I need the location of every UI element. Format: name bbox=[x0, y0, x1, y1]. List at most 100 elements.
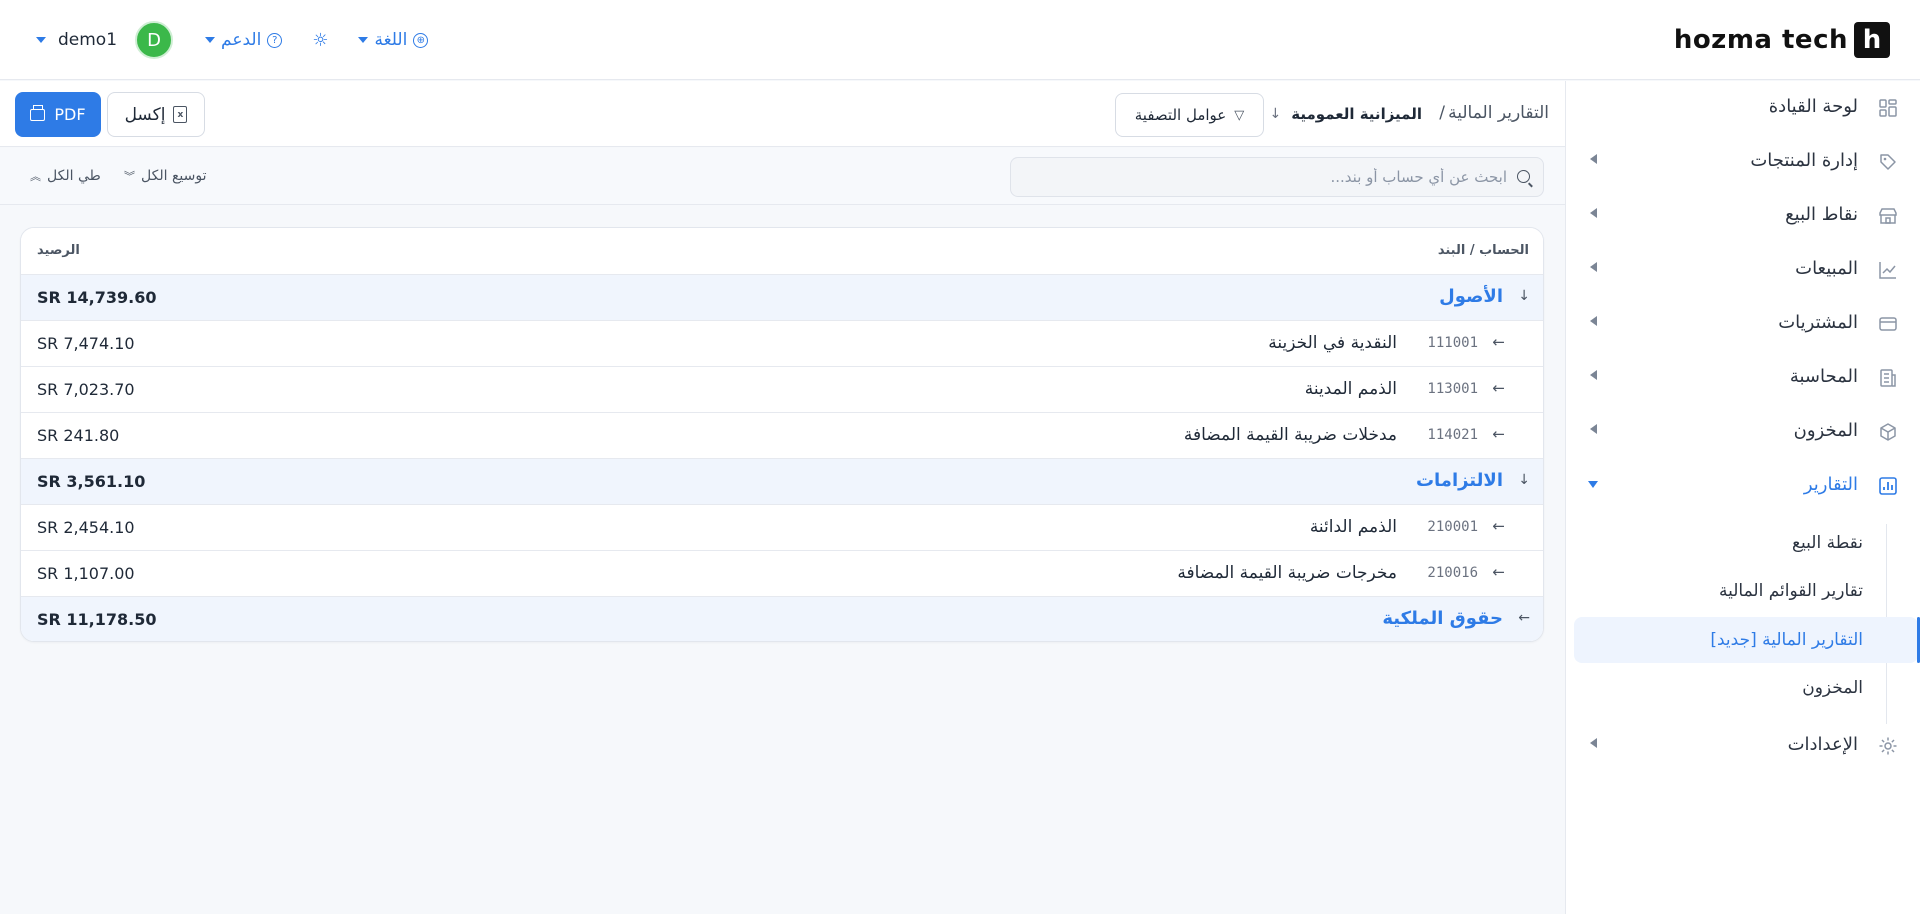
sidebar-item-settings[interactable]: الإعدادات bbox=[1565, 719, 1920, 773]
group-name: الأصول bbox=[1439, 286, 1503, 307]
account-amount: SR 7,474.10 bbox=[37, 334, 135, 353]
chevron-left-icon bbox=[1590, 208, 1597, 218]
excel-label: إكسل bbox=[124, 104, 166, 125]
account-amount: SR 241.80 bbox=[37, 426, 120, 445]
sidebar-item-reports[interactable]: التقارير bbox=[1565, 459, 1920, 513]
sidebar-item-purchases[interactable]: المشتريات bbox=[1565, 297, 1920, 351]
sidebar-item-accounting[interactable]: المحاسبة bbox=[1565, 351, 1920, 405]
top-bar: hozma tech h demo1 D الدعم ? ☼ اللغة ⊕ bbox=[0, 0, 1920, 80]
sidebar-item-label: التقارير bbox=[1803, 474, 1858, 495]
table-row[interactable]: ← 210016 مخرجات ضريبة القيمة المضافة SR … bbox=[21, 551, 1543, 597]
language-menu[interactable]: اللغة ⊕ bbox=[358, 30, 429, 50]
balance-sheet-table: الحساب / البند الرصيد ↓ الأصول SR 14,739… bbox=[20, 227, 1544, 642]
arrow-left-icon: ← bbox=[1492, 425, 1505, 443]
group-name: الالتزامات bbox=[1415, 470, 1503, 491]
group-name: حقوق الملكية bbox=[1382, 608, 1503, 629]
pdf-export-button[interactable]: PDF bbox=[15, 92, 101, 137]
filter-icon: ▽ bbox=[1234, 107, 1245, 123]
receipt-icon bbox=[1880, 369, 1896, 387]
theme-toggle[interactable]: ☼ bbox=[312, 30, 328, 51]
user-name: demo1 bbox=[58, 30, 118, 50]
brand-mark-icon: h bbox=[1854, 22, 1890, 58]
account-code: 210016 bbox=[1427, 565, 1478, 581]
filters-button[interactable]: عوامل التصفية ▽ bbox=[1115, 93, 1264, 137]
chevron-left-icon bbox=[1590, 738, 1597, 748]
submenu-item-financial-statements[interactable]: تقارير القوائم المالية bbox=[1719, 581, 1863, 601]
sidebar-item-sales[interactable]: المبيعات bbox=[1565, 243, 1920, 297]
search-input[interactable] bbox=[1027, 158, 1507, 196]
collapse-all-button[interactable]: ︽ طي الكل bbox=[30, 168, 101, 184]
account-code: 111001 bbox=[1427, 335, 1478, 351]
wallet-icon bbox=[1879, 317, 1897, 331]
chart-line-icon bbox=[1879, 262, 1896, 279]
account-name: الذمم الدائنة bbox=[1309, 517, 1397, 537]
chevron-down-icon bbox=[205, 37, 216, 43]
column-header-balance: الرصيد bbox=[37, 243, 80, 258]
search-box bbox=[1010, 157, 1544, 197]
double-chevron-up-icon: ︽ bbox=[30, 170, 41, 183]
tag-icon bbox=[1880, 154, 1896, 170]
chevron-down-icon[interactable]: ↓ bbox=[1518, 288, 1530, 304]
double-chevron-down-icon: ︾ bbox=[124, 170, 135, 183]
filters-label: عوامل التصفية bbox=[1134, 106, 1227, 124]
table-row[interactable]: ← 111001 النقدية في الخزينة SR 7,474.10 bbox=[21, 321, 1543, 367]
sidebar-item-pos[interactable]: نقاط البيع bbox=[1565, 189, 1920, 243]
top-actions: demo1 D الدعم ? ☼ اللغة ⊕ bbox=[36, 20, 429, 60]
arrow-left-icon: ← bbox=[1492, 333, 1505, 351]
brand-logo[interactable]: hozma tech h bbox=[1674, 21, 1890, 59]
chevron-left-icon bbox=[1590, 370, 1597, 380]
submenu-item-pos-report[interactable]: نقطة البيع bbox=[1792, 533, 1863, 553]
brand-name: hozma tech bbox=[1673, 25, 1848, 55]
excel-export-button[interactable]: إكسل x bbox=[107, 92, 205, 137]
chevron-left-icon bbox=[1590, 262, 1597, 272]
support-menu[interactable]: الدعم ? bbox=[205, 30, 283, 50]
breadcrumb-root[interactable]: التقارير المالية bbox=[1448, 103, 1549, 123]
account-name: الذمم المدينة bbox=[1304, 379, 1397, 399]
chevron-down-icon[interactable]: ↓ bbox=[1518, 472, 1530, 488]
avatar[interactable]: D bbox=[135, 21, 174, 59]
report-type-select[interactable]: ↓ الميزانية العمومية bbox=[1270, 105, 1422, 123]
group-total: SR 11,178.50 bbox=[37, 610, 157, 629]
sidebar-item-label: الإعدادات bbox=[1787, 734, 1858, 755]
sidebar-item-label: نقاط البيع bbox=[1785, 204, 1858, 225]
sidebar-item-label: المبيعات bbox=[1795, 258, 1858, 279]
chevron-left-icon bbox=[1590, 154, 1597, 164]
account-amount: SR 1,107.00 bbox=[37, 564, 135, 583]
expand-all-label: توسيع الكل bbox=[141, 168, 207, 184]
user-menu[interactable]: demo1 D bbox=[36, 21, 174, 59]
table-row[interactable]: ← 114021 مدخلات ضريبة القيمة المضافة SR … bbox=[21, 413, 1543, 459]
table-header: الحساب / البند الرصيد bbox=[21, 228, 1543, 275]
sidebar-item-products[interactable]: إدارة المنتجات bbox=[1565, 135, 1920, 189]
sidebar-item-inventory[interactable]: المخزون bbox=[1565, 405, 1920, 459]
report-icon bbox=[1879, 477, 1897, 495]
arrow-left-icon: ← bbox=[1492, 517, 1505, 535]
group-row-assets[interactable]: ↓ الأصول SR 14,739.60 bbox=[21, 275, 1543, 321]
pdf-label: PDF bbox=[54, 105, 86, 124]
dashboard-icon bbox=[1879, 99, 1897, 117]
sidebar-item-label: إدارة المنتجات bbox=[1750, 150, 1858, 171]
arrow-left-icon: ← bbox=[1492, 379, 1505, 397]
submenu-item-inventory-report[interactable]: المخزون bbox=[1802, 678, 1863, 698]
table-row[interactable]: ← 113001 الذمم المدينة SR 7,023.70 bbox=[21, 367, 1543, 413]
box-icon bbox=[1880, 423, 1896, 441]
submenu-item-financial-reports-new[interactable]: التقارير المالية [جديد] bbox=[1710, 630, 1863, 650]
account-name: مخرجات ضريبة القيمة المضافة bbox=[1177, 563, 1397, 583]
expand-all-button[interactable]: ︾ توسيع الكل bbox=[124, 168, 206, 184]
report-type-value: الميزانية العمومية bbox=[1291, 105, 1422, 123]
account-name: مدخلات ضريبة القيمة المضافة bbox=[1183, 425, 1397, 445]
group-row-liabilities[interactable]: ↓ الالتزامات SR 3,561.10 bbox=[21, 459, 1543, 505]
account-name: النقدية في الخزينة bbox=[1268, 333, 1397, 353]
report-toolbar: التقارير المالية / ↓ الميزانية العمومية … bbox=[0, 81, 1565, 147]
arrow-left-icon: ← bbox=[1492, 563, 1505, 581]
printer-icon bbox=[30, 104, 46, 121]
chevron-left-icon[interactable]: ← bbox=[1518, 610, 1530, 626]
support-label: الدعم bbox=[221, 30, 262, 50]
sidebar-item-label: المشتريات bbox=[1778, 312, 1858, 333]
group-total: SR 3,561.10 bbox=[37, 472, 146, 491]
sidebar-item-dashboard[interactable]: لوحة القيادة bbox=[1565, 81, 1920, 135]
store-icon bbox=[1879, 208, 1897, 224]
group-row-equity[interactable]: ← حقوق الملكية SR 11,178.50 bbox=[21, 597, 1543, 641]
sun-icon: ☼ bbox=[312, 29, 329, 51]
sidebar-item-label: المحاسبة bbox=[1789, 366, 1858, 387]
table-row[interactable]: ← 210001 الذمم الدائنة SR 2,454.10 bbox=[21, 505, 1543, 551]
